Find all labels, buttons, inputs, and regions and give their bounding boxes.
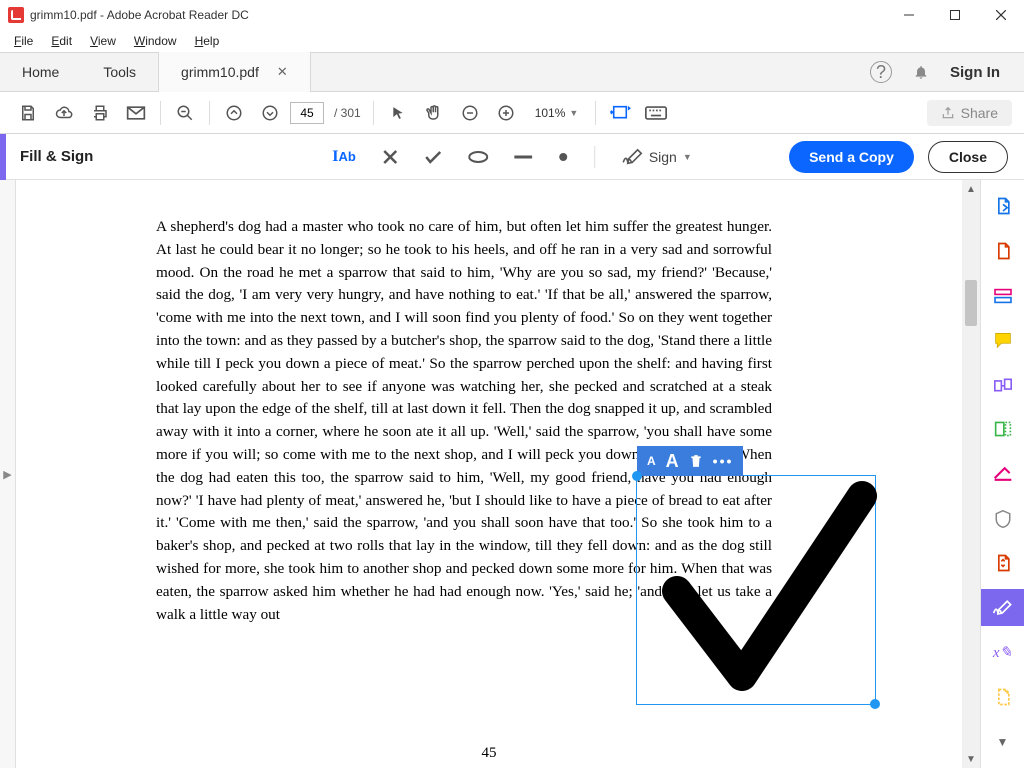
dot-tool-icon[interactable] [558,152,568,162]
sign-tool[interactable]: Sign ▼ [621,148,692,166]
keyboard-icon[interactable] [640,97,672,129]
export-pdf-icon[interactable] [981,188,1024,225]
page-total-label: / 301 [334,106,361,120]
vertical-scrollbar[interactable]: ▲ ▼ [962,180,980,768]
annotation-toolbar: A A ••• [637,446,743,476]
menu-edit[interactable]: Edit [43,32,80,50]
tab-close-icon[interactable]: ✕ [277,64,288,80]
print-icon[interactable] [84,97,116,129]
cloud-upload-icon[interactable] [48,97,80,129]
left-panel-toggle[interactable]: ▶ [0,180,16,768]
sign-in-button[interactable]: Sign In [950,64,1000,81]
signature-rail-icon[interactable]: x✎ [981,634,1024,671]
increase-size-button[interactable]: A [666,451,679,472]
scroll-thumb[interactable] [965,280,977,326]
fill-sign-rail-icon[interactable] [981,589,1024,626]
window-close-button[interactable] [978,0,1024,30]
share-button[interactable]: Share [927,100,1012,126]
next-page-icon[interactable] [254,97,286,129]
fit-width-icon[interactable] [604,97,636,129]
organize-pages-icon[interactable] [981,411,1024,448]
close-fillsign-button[interactable]: Close [928,141,1008,173]
circle-tool-icon[interactable] [468,151,488,163]
tab-home[interactable]: Home [0,52,81,92]
page-number-input[interactable] [290,102,324,124]
zoom-level-dropdown[interactable]: 101%▼ [526,102,588,124]
decrease-size-button[interactable]: A [647,454,656,468]
share-icon [941,106,955,120]
help-icon[interactable]: ? [870,61,892,83]
scroll-up-icon[interactable]: ▲ [962,180,980,198]
combine-files-icon[interactable] [981,366,1024,403]
line-tool-icon[interactable] [514,155,532,159]
menu-view[interactable]: View [82,32,124,50]
compress-pdf-icon[interactable] [981,545,1024,582]
zoom-in-icon[interactable] [490,97,522,129]
comment-icon[interactable] [981,322,1024,359]
text-tool-icon[interactable]: IAb [332,148,356,166]
menu-file[interactable]: File [6,32,41,50]
fill-sign-title: Fill & Sign [0,148,93,165]
hand-tool-icon[interactable] [418,97,450,129]
chevron-down-icon[interactable]: ▼ [981,723,1024,760]
tab-document[interactable]: grimm10.pdf ✕ [158,52,311,92]
zoom-out-icon[interactable] [454,97,486,129]
delete-annotation-button[interactable] [689,453,703,469]
select-tool-icon[interactable] [382,97,414,129]
more-tools-icon[interactable] [981,679,1024,716]
tab-document-label: grimm10.pdf [181,64,259,80]
document-page-number: 45 [16,745,962,762]
window-title: grimm10.pdf - Adobe Acrobat Reader DC [30,8,249,22]
document-viewport[interactable]: A shepherd's dog had a master who took n… [16,180,962,768]
signature-icon [621,148,643,166]
checkmark-shape-icon [637,476,877,706]
resize-handle-tl[interactable] [632,471,642,481]
save-icon[interactable] [12,97,44,129]
scroll-down-icon[interactable]: ▼ [962,750,980,768]
edit-pdf-icon[interactable] [981,277,1024,314]
checkmark-tool-icon[interactable] [424,150,442,164]
protect-icon[interactable] [981,500,1024,537]
more-options-button[interactable]: ••• [713,453,734,469]
x-mark-tool-icon[interactable] [382,149,398,165]
window-maximize-button[interactable] [932,0,978,30]
email-icon[interactable] [120,97,152,129]
zoom-out-search-icon[interactable] [169,97,201,129]
window-minimize-button[interactable] [886,0,932,30]
acrobat-app-icon [8,7,24,23]
tab-tools[interactable]: Tools [81,52,158,92]
resize-handle-br[interactable] [870,699,880,709]
send-copy-button[interactable]: Send a Copy [789,141,914,173]
notifications-icon[interactable] [910,61,932,83]
menu-help[interactable]: Help [187,32,228,50]
create-pdf-icon[interactable] [981,233,1024,270]
checkmark-annotation[interactable]: A A ••• [636,475,876,705]
redact-icon[interactable] [981,456,1024,493]
menu-window[interactable]: Window [126,32,185,50]
prev-page-icon[interactable] [218,97,250,129]
